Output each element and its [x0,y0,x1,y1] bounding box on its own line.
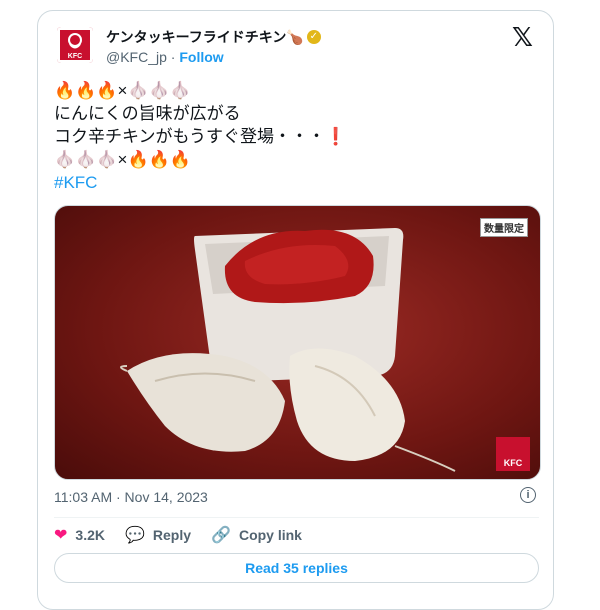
tweet-line-2: にんにくの旨味が広がる [54,104,241,123]
fire-emoji: 🔥🔥🔥 [127,150,191,169]
read-replies-button[interactable]: Read 35 replies [54,553,539,583]
garlic-emoji: 🧄🧄🧄 [54,150,118,169]
avatar[interactable]: KFC [57,27,93,63]
tweet-line-3: コク辛チキンがもうすぐ登場・・・❗ [54,125,534,148]
reply-bubble-icon: 💬 [124,527,145,544]
tweet-line-1: 🔥🔥🔥×🧄🧄🧄 [54,79,534,102]
times-sign: × [117,150,128,169]
link-icon: 🔗 [211,527,231,544]
tweet-text: 🔥🔥🔥×🧄🧄🧄 にんにくの旨味が広がる コク辛チキンがもうすぐ登場・・・❗ 🧄🧄… [54,79,534,194]
divider [54,517,539,518]
action-bar: ❤ 3.2K 💬 Reply 🔗 Copy link [54,525,322,545]
handle[interactable]: @KFC_jp [106,49,167,65]
garlic-emoji: 🧄🧄🧄 [127,81,191,100]
x-logo-icon[interactable]: 𝕏 [512,23,533,53]
verified-badge-icon[interactable]: ✓ [306,30,321,44]
like-button[interactable]: ❤ 3.2K [54,525,105,545]
fire-emoji: 🔥🔥🔥 [54,81,118,100]
reply-button[interactable]: 💬 Reply [125,525,191,545]
limited-quantity-badge: 数量限定 [480,218,528,237]
svg-text:KFC: KFC [68,53,82,60]
times-sign: × [117,81,128,100]
tweet-line-3-text: コク辛チキンがもうすぐ登場・・・ [54,127,325,146]
copy-link-label: Copy link [238,527,302,543]
kfc-watermark-logo: KFC [496,437,530,471]
heart-icon: ❤ [54,527,68,544]
handle-line: @KFC_jp · Follow [106,49,224,65]
tweet-timestamp[interactable]: 11:03 AM · Nov 14, 2023 [54,489,208,505]
kfc-watermark-text: KFC [503,458,523,468]
hashtag-link[interactable]: #KFC [54,171,534,194]
tweet-image[interactable]: 数量限定 KFC [54,205,541,480]
reply-label: Reply [152,527,192,543]
display-name[interactable]: ケンタッキーフライドチキン🍗 ✓ [106,27,321,47]
display-name-text[interactable]: ケンタッキーフライドチキン🍗 [106,27,304,47]
tweet-card: KFC ケンタッキーフライドチキン🍗 ✓ @KFC_jp · Follow 𝕏 … [37,10,554,610]
garlic-sauce-photo [120,228,456,472]
tweet-line-4: 🧄🧄🧄×🔥🔥🔥 [54,148,534,171]
copy-link-button[interactable]: 🔗 Copy link [211,525,302,545]
exclamation-emoji: ❗ [324,127,347,146]
follow-button[interactable]: Follow [179,49,223,65]
kfc-logo-icon: KFC [57,27,93,63]
separator: · [166,49,180,65]
like-count: 3.2K [75,527,105,543]
info-icon[interactable]: i [520,487,536,503]
